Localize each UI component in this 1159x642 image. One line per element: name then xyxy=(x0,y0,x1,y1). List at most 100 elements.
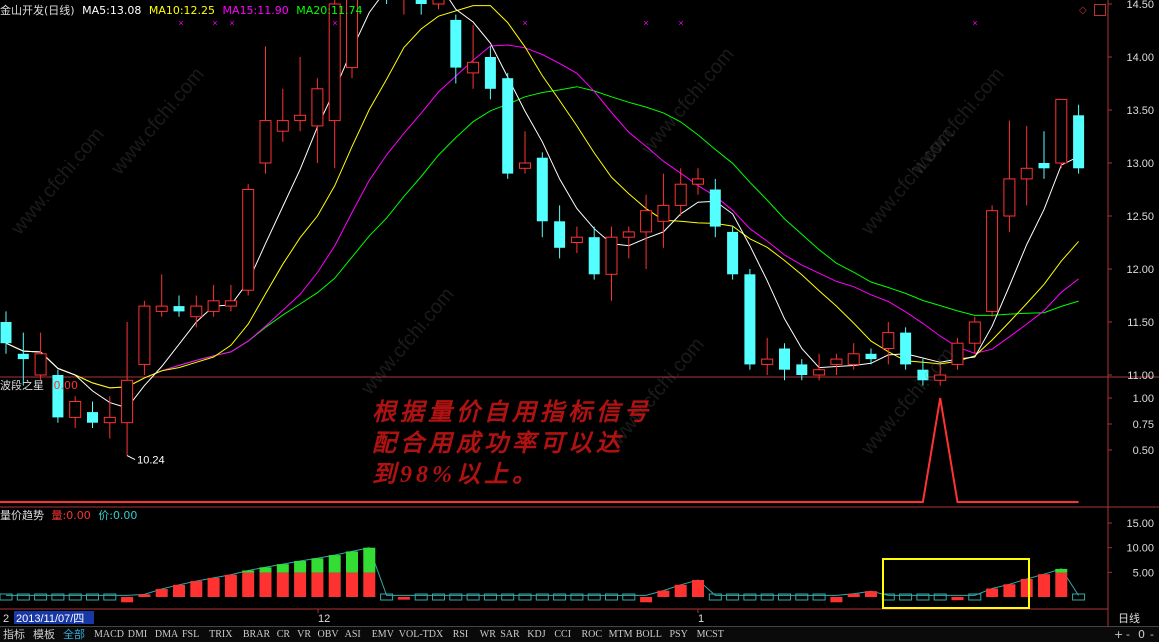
indicator-tab-mcst[interactable]: MCST xyxy=(695,627,726,642)
indicator-tab-trix[interactable]: TRIX xyxy=(207,627,234,642)
indicator2-bar-up xyxy=(847,593,860,597)
zoom-button[interactable]: - xyxy=(1148,627,1156,642)
candle-body-up[interactable] xyxy=(1003,178,1016,217)
candle-body-up[interactable] xyxy=(674,183,687,206)
candle-body-down[interactable] xyxy=(1038,163,1050,169)
candle-body-up[interactable] xyxy=(830,358,843,365)
indicator2-bar-up xyxy=(346,572,358,597)
candle-body-up[interactable] xyxy=(622,231,635,238)
candle-body-up[interactable] xyxy=(467,61,480,74)
candle-body-up[interactable] xyxy=(986,210,999,312)
candle-body-up[interactable] xyxy=(121,379,134,424)
candle-body-up[interactable] xyxy=(968,321,981,344)
candle-body-up[interactable] xyxy=(69,401,82,418)
candle-body-up[interactable] xyxy=(640,210,653,233)
candle-body-down[interactable] xyxy=(709,189,721,227)
indicator-tab-cci[interactable]: CCI xyxy=(552,627,573,642)
y-tick-label: 0.75 xyxy=(1133,419,1154,431)
indicator-tab-fsl[interactable]: FSL xyxy=(180,627,201,642)
candle-body-up[interactable] xyxy=(259,120,272,164)
candle-body-up[interactable] xyxy=(692,178,704,185)
candle-body-down[interactable] xyxy=(796,364,808,375)
candle-body-up[interactable] xyxy=(276,120,289,132)
candle-body-up[interactable] xyxy=(34,353,47,376)
indicator-tab-sar[interactable]: SAR xyxy=(498,627,521,642)
candle-body-up[interactable] xyxy=(311,88,324,127)
candle-body-up[interactable] xyxy=(294,114,307,122)
candle-body-down[interactable] xyxy=(415,0,427,4)
indicator-tab-psy[interactable]: PSY xyxy=(668,627,690,642)
candle-body-down[interactable] xyxy=(554,221,566,248)
candle-body-up[interactable] xyxy=(605,236,618,275)
candle-body-down[interactable] xyxy=(0,322,12,344)
candle-body-up[interactable] xyxy=(847,353,860,365)
indicator-tab-dma[interactable]: DMA xyxy=(153,627,180,642)
candle-body-down[interactable] xyxy=(450,19,462,68)
candle-body-up[interactable] xyxy=(155,305,168,312)
candle-body-up[interactable] xyxy=(103,416,116,424)
tab-button[interactable]: 全部 xyxy=(61,627,87,642)
candle-body-up[interactable] xyxy=(432,0,445,5)
candle-body-up[interactable] xyxy=(882,332,895,350)
candle-body-down[interactable] xyxy=(87,412,98,423)
candle-body-down[interactable] xyxy=(173,306,185,312)
candle-body-up[interactable] xyxy=(570,236,583,243)
ma15-value: 11.90 xyxy=(257,4,289,17)
candle-body-down[interactable] xyxy=(1073,115,1085,169)
indicator-tab-macd[interactable]: MACD xyxy=(92,627,126,642)
promo-line: 到98%以上。 xyxy=(372,462,540,488)
tab-button[interactable]: 指标 xyxy=(1,627,27,642)
candle-body-up[interactable] xyxy=(190,305,203,318)
indicator-tab-vol-tdx[interactable]: VOL-TDX xyxy=(397,627,445,642)
candle-body-up[interactable] xyxy=(1020,167,1033,180)
indicator2-bar-down xyxy=(397,597,410,600)
highlight-box xyxy=(882,558,1030,609)
candle-body-down[interactable] xyxy=(17,353,29,360)
candle-body-up[interactable] xyxy=(657,204,670,222)
indicator2-bar-up xyxy=(986,588,999,597)
candle-body-down[interactable] xyxy=(536,157,548,222)
indicator2-vol-value: 0.00 xyxy=(66,509,91,522)
candle-body-down[interactable] xyxy=(727,231,739,275)
candle-body-up[interactable] xyxy=(519,162,531,169)
indicator2-bar-up xyxy=(328,572,341,597)
candle-body-up[interactable] xyxy=(761,358,774,365)
indicator-tab-dmi[interactable]: DMI xyxy=(126,627,149,642)
restore-icon[interactable] xyxy=(1094,4,1106,16)
indicator-tab-boll[interactable]: BOLL xyxy=(634,627,664,642)
candle-body-down[interactable] xyxy=(484,57,496,89)
candle-body-down[interactable] xyxy=(588,237,600,275)
zoom-button[interactable]: - xyxy=(1124,627,1132,642)
candle-body-down[interactable] xyxy=(779,348,790,370)
indicator-tab-emv[interactable]: EMV xyxy=(370,627,396,642)
candle-body-up[interactable] xyxy=(242,189,255,291)
indicator-tab-roc[interactable]: ROC xyxy=(580,627,605,642)
candle-body-up[interactable] xyxy=(1055,98,1068,164)
indicator2-bar-extra xyxy=(276,564,289,573)
indicator-tab-kdj[interactable]: KDJ xyxy=(525,627,547,642)
zoom-button[interactable]: 0 xyxy=(1136,627,1147,642)
indicator-tab-cr[interactable]: CR xyxy=(275,627,292,642)
main-panel-header: 金山开发(日线) MA5:13.08 MA10:12.25 MA15:11.90… xyxy=(0,4,362,18)
candle-body-down[interactable] xyxy=(865,353,877,360)
indicator-tab-vr[interactable]: VR xyxy=(295,627,313,642)
candle-body-down[interactable] xyxy=(744,274,756,365)
indicator-tab-rsi[interactable]: RSI xyxy=(451,627,471,642)
tab-button[interactable]: 模板 xyxy=(31,627,57,642)
indicator-tab-brar[interactable]: BRAR xyxy=(241,627,272,642)
candle-body-up[interactable] xyxy=(138,305,151,365)
diamond-icon[interactable]: ◇ xyxy=(1079,5,1087,16)
indicator-tab-asi[interactable]: ASI xyxy=(343,627,363,642)
candle-body-up[interactable] xyxy=(813,369,826,376)
candle-body-up[interactable] xyxy=(207,300,220,312)
indicator2-price-label: 价: xyxy=(98,509,113,522)
indicator-tab-mtm[interactable]: MTM xyxy=(607,627,635,642)
y-tick-label: 5.00 xyxy=(1133,567,1154,579)
candle-body-down[interactable] xyxy=(900,332,912,365)
indicator-tab-wr[interactable]: WR xyxy=(478,627,498,642)
candle-body-down[interactable] xyxy=(502,78,514,174)
indicator1-header: 波段之星 0.00 xyxy=(0,379,78,393)
candle-body-up[interactable] xyxy=(224,300,237,307)
indicator-tab-obv[interactable]: OBV xyxy=(316,627,341,642)
indicator2-bar-down xyxy=(121,597,134,603)
